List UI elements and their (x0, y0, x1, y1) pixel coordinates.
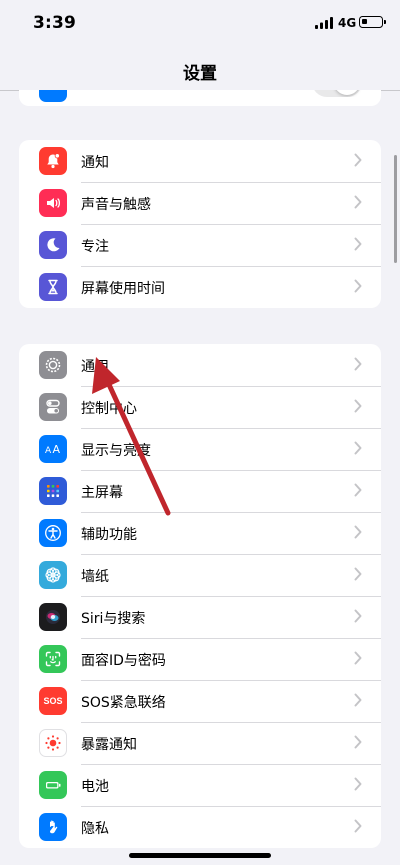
row-general[interactable]: 通用 (19, 344, 381, 386)
partial-icon (39, 90, 67, 102)
face-id-icon (39, 645, 67, 673)
siri-icon (39, 603, 67, 631)
row-label: 主屏幕 (81, 485, 123, 501)
chevron-right-icon (354, 237, 362, 251)
sos-icon: SOS (39, 687, 67, 715)
page-title: 设置 (183, 64, 217, 84)
home-indicator[interactable] (129, 853, 271, 858)
chevron-right-icon (354, 609, 362, 623)
chevron-right-icon (354, 819, 362, 833)
switches-icon (39, 393, 67, 421)
row-label: 辅助功能 (81, 527, 137, 543)
row-battery[interactable]: 电池 (19, 764, 381, 806)
row-home-screen[interactable]: 主屏幕 (19, 470, 381, 512)
status-bar: 3:39 4G (0, 0, 400, 44)
network-type: 4G (338, 16, 357, 30)
moon-icon (39, 231, 67, 259)
chevron-right-icon (354, 735, 362, 749)
text-size-icon: AA (39, 435, 67, 463)
row-exposure-notifications[interactable]: 暴露通知 (19, 722, 381, 764)
flower-icon (39, 561, 67, 589)
group-general: 通用 控制中心 AA 显示与亮度 主屏幕 辅助功能 墙纸 Siri与搜索 面容I… (19, 344, 381, 848)
row-control-center[interactable]: 控制中心 (19, 386, 381, 428)
row-face-id-passcode[interactable]: 面容ID与密码 (19, 638, 381, 680)
battery-icon (39, 771, 67, 799)
row-label: 通用 (81, 359, 109, 375)
row-privacy[interactable]: 隐私 (19, 806, 381, 848)
chevron-right-icon (354, 567, 362, 581)
row-notifications[interactable]: 通知 (19, 140, 381, 182)
svg-text:A: A (45, 446, 52, 456)
chevron-right-icon (354, 441, 362, 455)
status-time: 3:39 (33, 13, 77, 33)
group-notifications: 通知 声音与触感 专注 屏幕使用时间 (19, 140, 381, 308)
row-label: 通知 (81, 155, 109, 171)
exposure-icon (39, 729, 67, 757)
accessibility-icon (39, 519, 67, 547)
chevron-right-icon (354, 693, 362, 707)
home-grid-icon (39, 477, 67, 505)
gear-icon (39, 351, 67, 379)
hourglass-icon (39, 273, 67, 301)
row-accessibility[interactable]: 辅助功能 (19, 512, 381, 554)
row-siri-search[interactable]: Siri与搜索 (19, 596, 381, 638)
chevron-right-icon (354, 651, 362, 665)
chevron-right-icon (354, 195, 362, 209)
row-label: 声音与触感 (81, 197, 151, 213)
row-label: SOS紧急联络 (81, 695, 166, 711)
settings-list[interactable]: 通知 声音与触感 专注 屏幕使用时间 通用 控制中心 A A 显示与亮度 主屏幕… (0, 90, 400, 865)
chevron-right-icon (354, 153, 362, 167)
navigation-bar: 设置 (0, 44, 400, 91)
row-label: 显示与亮度 (81, 443, 151, 459)
partial-toggle-clip (312, 90, 362, 97)
row-label: 专注 (81, 239, 109, 255)
cellular-signal-icon (315, 17, 333, 29)
sos-badge-text: SOS (43, 696, 63, 706)
speaker-icon (39, 189, 67, 217)
bell-icon (39, 147, 67, 175)
row-label: 屏幕使用时间 (81, 281, 165, 297)
row-focus[interactable]: 专注 (19, 224, 381, 266)
chevron-right-icon (354, 525, 362, 539)
row-screen-time[interactable]: 屏幕使用时间 (19, 266, 381, 308)
row-wallpaper[interactable]: 墙纸 (19, 554, 381, 596)
row-label: 控制中心 (81, 401, 137, 417)
battery-status-icon (359, 16, 386, 28)
row-label: Siri与搜索 (81, 611, 146, 627)
row-label: 墙纸 (81, 569, 109, 585)
row-label: 面容ID与密码 (81, 653, 166, 669)
row-sounds-haptics[interactable]: 声音与触感 (19, 182, 381, 224)
hand-icon (39, 813, 67, 841)
row-label: 电池 (81, 779, 109, 795)
chevron-right-icon (354, 399, 362, 413)
row-display-brightness[interactable]: AA 显示与亮度 (19, 428, 381, 470)
row-label: 暴露通知 (81, 737, 137, 753)
row-emergency-sos[interactable]: SOS SOS紧急联络 (19, 680, 381, 722)
chevron-right-icon (354, 483, 362, 497)
row-label: 隐私 (81, 821, 109, 837)
chevron-right-icon (354, 279, 362, 293)
svg-text:A: A (53, 443, 61, 456)
chevron-right-icon (354, 777, 362, 791)
toggle-switch[interactable] (312, 90, 362, 97)
scroll-indicator[interactable] (394, 155, 397, 263)
chevron-right-icon (354, 357, 362, 371)
